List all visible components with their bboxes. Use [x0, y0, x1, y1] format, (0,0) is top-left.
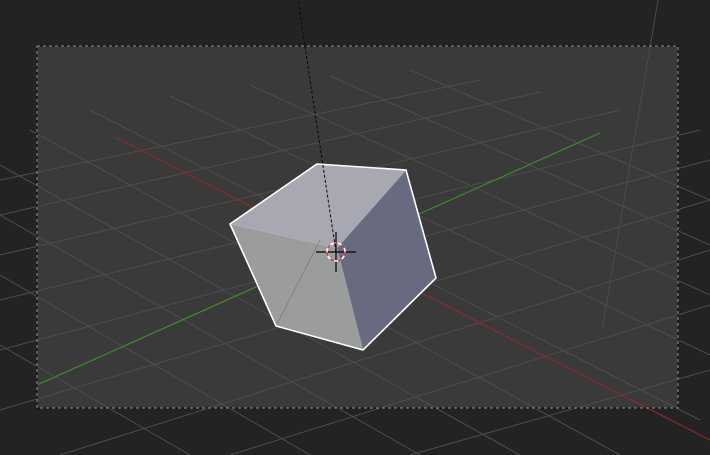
viewport-canvas[interactable] — [0, 0, 710, 455]
3d-viewport[interactable] — [0, 0, 710, 455]
